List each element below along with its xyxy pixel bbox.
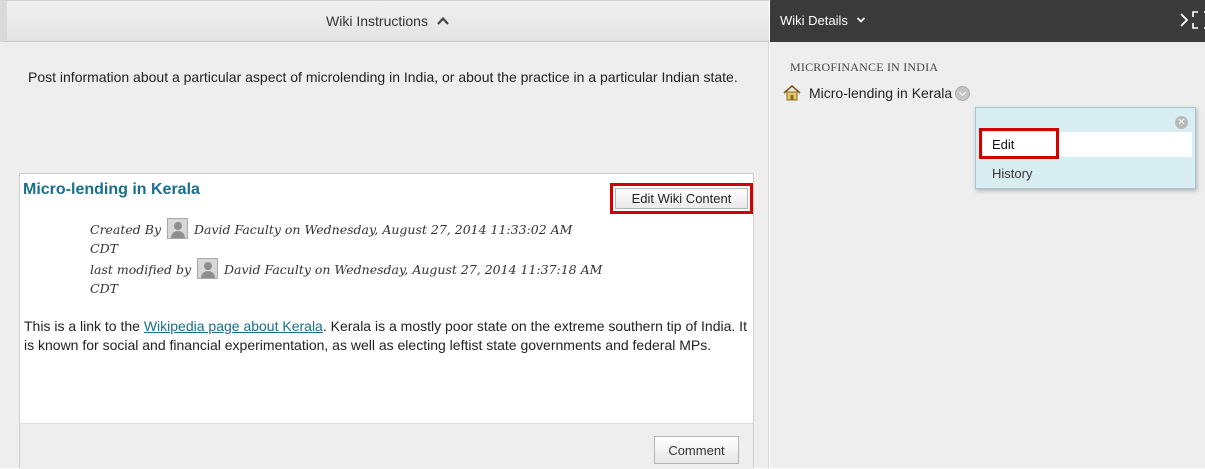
menu-item-edit-label[interactable]: Edit — [992, 137, 1014, 152]
page-link-label: Micro-lending in Kerala — [809, 85, 953, 101]
expand-icon[interactable] — [1192, 11, 1205, 29]
chevron-right-icon[interactable] — [1178, 12, 1190, 28]
page-title: Micro-lending in Kerala — [23, 181, 200, 198]
body-text-start: This is a link to the — [24, 318, 144, 334]
edit-wiki-content-button[interactable]: Edit Wiki Content — [610, 183, 753, 214]
close-icon[interactable]: ✕ — [1175, 116, 1188, 129]
wiki-instructions-title: Wiki Instructions — [326, 13, 428, 29]
menu-item-history[interactable]: History — [992, 166, 1032, 181]
modified-by-line: last modified by David Faculty on Wednes… — [90, 258, 610, 298]
wiki-name: MICROFINANCE IN INDIA — [790, 60, 939, 74]
comment-button[interactable]: Comment — [654, 436, 739, 464]
card-footer: Comment — [20, 423, 753, 469]
edit-wiki-content-label: Edit Wiki Content — [615, 188, 748, 209]
created-by-label: Created By — [90, 222, 162, 237]
edit-highlight — [979, 128, 1059, 159]
wiki-content-panel: Wiki Instructions Post information about… — [0, 0, 769, 469]
created-by-line: Created By David Faculty on Wednesday, A… — [90, 218, 610, 239]
created-by-text: David Faculty on Wednesday, August 27, 2… — [194, 222, 573, 237]
chevron-down-icon — [856, 17, 865, 23]
wiki-details-title: Wiki Details — [780, 13, 848, 28]
created-by-tz: CDT — [90, 241, 118, 256]
modified-by-label: last modified by — [90, 262, 192, 277]
page-body: This is a link to the Wikipedia page abo… — [24, 317, 749, 355]
wiki-instructions-text: Post information about a particular aspe… — [28, 69, 738, 85]
wiki-page-card: Micro-lending in Kerala Edit Wiki Conten… — [19, 173, 754, 469]
home-icon — [783, 85, 801, 101]
wiki-instructions-header[interactable]: Wiki Instructions — [0, 0, 769, 42]
wiki-page-link[interactable]: Micro-lending in Kerala — [783, 85, 971, 101]
avatar-icon — [197, 258, 218, 279]
avatar-icon — [167, 218, 189, 239]
chevron-up-icon[interactable] — [436, 14, 450, 28]
wikipedia-kerala-link[interactable]: Wikipedia page about Kerala — [144, 318, 323, 334]
context-menu: ✕ Edit History — [975, 107, 1196, 189]
wiki-details-header: Wiki Details — [770, 0, 1205, 42]
wiki-details-panel: Wiki Details MICROFINANCE IN INDIA Micro… — [770, 0, 1205, 468]
page-metadata: Created By David Faculty on Wednesday, A… — [90, 218, 610, 298]
wiki-details-dropdown[interactable]: Wiki Details — [780, 13, 866, 28]
context-menu-icon[interactable] — [955, 85, 971, 101]
